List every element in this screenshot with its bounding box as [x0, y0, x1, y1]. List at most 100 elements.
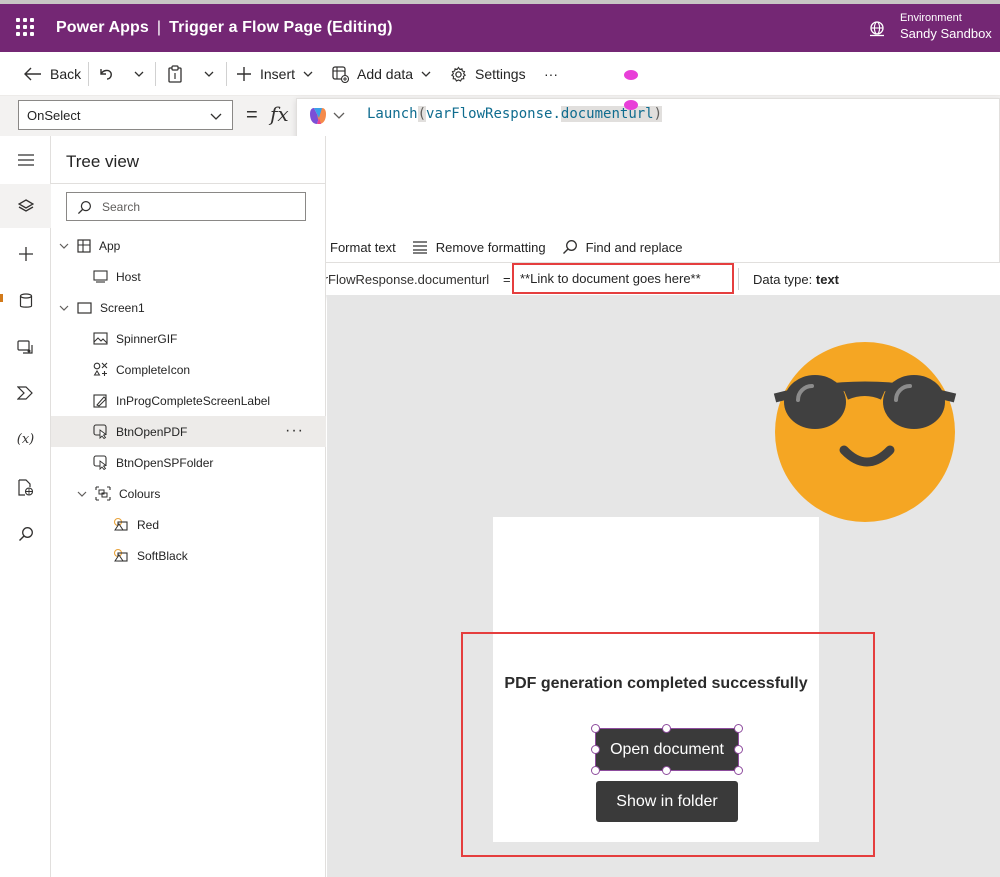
insert-button[interactable]: Insert: [236, 64, 313, 84]
media-rail-button[interactable]: [0, 325, 51, 369]
tree-node-screen1[interactable]: Screen1: [51, 292, 326, 323]
sunglasses-emoji-icon: [773, 342, 957, 522]
tree-node-inprogcompletescreenlabel[interactable]: InProgCompleteScreenLabel: [51, 385, 326, 416]
tree-node-app[interactable]: App: [51, 230, 326, 261]
document-globe-icon: [18, 478, 33, 496]
more-label: ···: [544, 66, 558, 82]
tree-node-label: InProgCompleteScreenLabel: [116, 393, 271, 408]
chevron-down-icon: [204, 71, 214, 77]
find-replace-button[interactable]: Find and replace: [562, 239, 683, 255]
fx-icon[interactable]: fx: [270, 102, 289, 126]
paste-dropdown[interactable]: [204, 64, 222, 84]
back-label: Back: [50, 66, 82, 82]
search-placeholder: Search: [102, 200, 141, 214]
app-header: Power Apps | Trigger a Flow Page (Editing)…: [0, 0, 1000, 52]
app-icon: [77, 238, 91, 253]
environment-name[interactable]: Sandy Sandbox: [900, 26, 992, 41]
undo-dropdown[interactable]: [134, 64, 152, 84]
tree-view-panel: Tree view Search App Host Screen1 Spinne…: [51, 136, 326, 877]
group-icon: [95, 486, 111, 501]
layers-icon: [17, 199, 34, 212]
database-icon: [19, 293, 32, 308]
tree-node-softblack[interactable]: SoftBlack: [51, 540, 326, 571]
add-data-button[interactable]: Add data: [332, 64, 431, 84]
code-paren-open: (: [417, 106, 427, 122]
chevron-down-icon[interactable]: [59, 241, 69, 251]
host-icon: [93, 270, 108, 283]
power-automate-rail-button[interactable]: [0, 371, 51, 415]
undo-button[interactable]: [98, 64, 122, 84]
settings-label: Settings: [475, 66, 526, 82]
environment-label: Environment: [900, 12, 962, 24]
screen-icon: [77, 301, 92, 314]
tree-node-label: SoftBlack: [137, 548, 188, 563]
image-icon: [93, 332, 108, 345]
tree-node-host[interactable]: Host: [51, 261, 326, 292]
settings-button[interactable]: Settings: [450, 64, 526, 84]
copilot-icon[interactable]: [308, 106, 328, 126]
app-title: Power Apps | Trigger a Flow Page (Editing): [56, 19, 393, 37]
find-replace-label: Find and replace: [585, 239, 683, 255]
tree-node-label: Screen1: [100, 300, 145, 315]
tree-search-input[interactable]: Search: [66, 192, 306, 221]
more-commands-button[interactable]: ···: [544, 64, 558, 84]
command-bar: Back Insert Add data Settings ···: [0, 52, 1000, 96]
tree-node-spinnergif[interactable]: SpinnerGIF: [51, 323, 326, 354]
variables-icon: (x): [16, 431, 35, 447]
remove-formatting-button[interactable]: Remove formatting: [412, 240, 546, 255]
search-rail-button[interactable]: [0, 512, 51, 556]
tree-node-colours[interactable]: Colours: [51, 478, 326, 509]
shape-icon: [113, 517, 128, 531]
result-equals: =: [503, 272, 511, 287]
paste-button[interactable]: [167, 64, 191, 84]
chevron-down-icon: [210, 113, 222, 120]
formula-code[interactable]: Launch(varFlowResponse.documenturl): [367, 106, 663, 122]
tree-node-label: Red: [137, 517, 160, 532]
code-field: documenturl: [560, 106, 654, 122]
environment-icon[interactable]: [868, 20, 886, 38]
code-dot: .: [552, 106, 561, 122]
tree-node-label: Host: [116, 269, 141, 284]
node-more-button[interactable]: ···: [285, 422, 304, 440]
chevron-down-icon[interactable]: [333, 110, 345, 120]
hamburger-menu-button[interactable]: [0, 138, 51, 182]
variables-rail-button[interactable]: (x): [0, 417, 51, 461]
search-icon: [562, 240, 577, 254]
data-type-label: Data type:: [753, 272, 813, 287]
tree-node-btnopenspfolder[interactable]: BtnOpenSPFolder: [51, 447, 326, 478]
code-function: Launch: [367, 106, 418, 122]
tree-node-completeicon[interactable]: CompleteIcon: [51, 354, 326, 385]
equals-sign: =: [246, 104, 258, 126]
environment-rail-button[interactable]: [0, 465, 51, 509]
formula-tools: Format text Remove formatting Find and r…: [296, 232, 1000, 262]
cursor-marker-icon: [624, 70, 638, 80]
search-icon: [18, 527, 33, 541]
tree-node-label: App: [99, 238, 121, 253]
cursor-marker-icon: [624, 100, 638, 110]
button-icon: [93, 424, 108, 439]
remove-formatting-label: Remove formatting: [435, 239, 546, 255]
icons-icon: [93, 362, 108, 376]
result-value-text: **Link to document goes here**: [520, 271, 701, 286]
button-icon: [93, 455, 108, 470]
flow-icon: [17, 386, 33, 400]
tree-node-label: Colours: [119, 486, 161, 501]
data-rail-button[interactable]: [0, 279, 51, 323]
tree-node-red[interactable]: Red: [51, 509, 326, 540]
back-button[interactable]: Back: [24, 64, 81, 84]
tree-node-label: CompleteIcon: [116, 362, 191, 377]
add-data-label: Add data: [357, 66, 414, 82]
app-launcher-icon[interactable]: [16, 18, 34, 36]
tree-view-title: Tree view: [66, 152, 140, 171]
product-name: Power Apps: [56, 19, 149, 36]
property-dropdown[interactable]: OnSelect: [18, 100, 233, 130]
data-type: Data type: text: [753, 272, 839, 287]
chevron-down-icon[interactable]: [77, 489, 87, 499]
plus-icon: [18, 247, 33, 261]
tree-node-btnopenpdf[interactable]: BtnOpenPDF ···: [51, 416, 326, 447]
tree-view-button[interactable]: [0, 184, 51, 228]
formula-result-bar: varFlowResponse.documenturl = **Link to …: [296, 262, 1000, 295]
clipboard-icon: [168, 65, 182, 83]
insert-rail-button[interactable]: [0, 232, 51, 276]
chevron-down-icon[interactable]: [59, 303, 69, 313]
